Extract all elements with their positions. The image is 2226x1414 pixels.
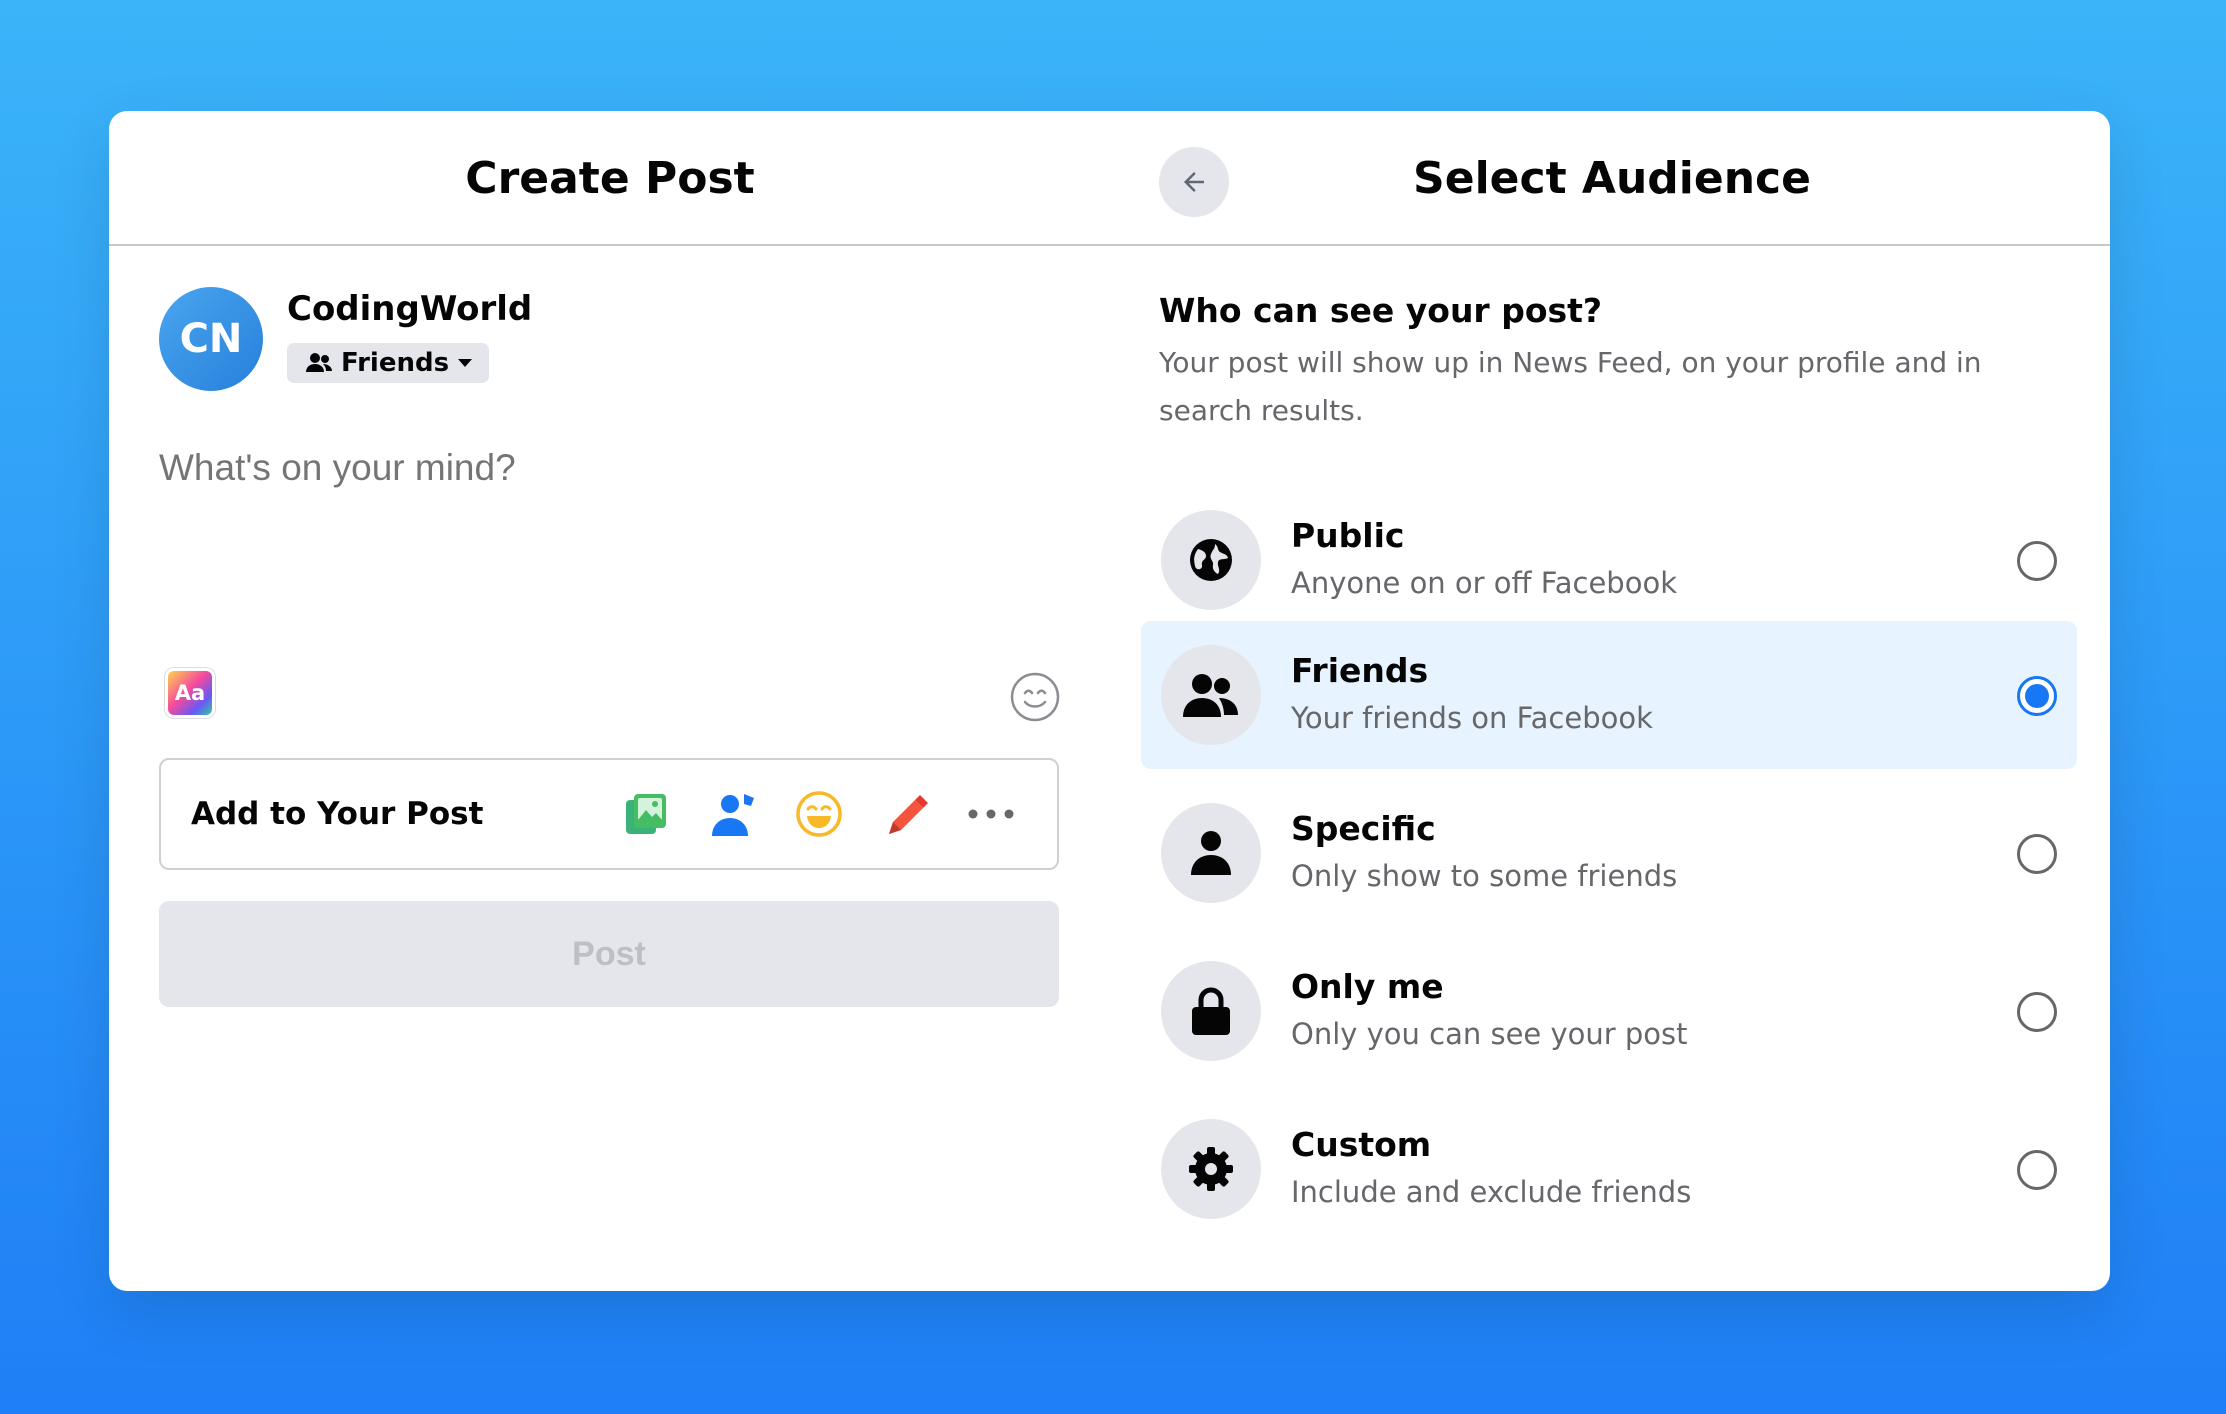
globe-icon	[1161, 510, 1261, 610]
select-audience-title: Select Audience	[1413, 153, 1811, 204]
option-subtitle: Only you can see your post	[1291, 1017, 1688, 1051]
caret-down-icon	[458, 359, 473, 367]
feeling-icon[interactable]	[793, 788, 845, 840]
option-title: Public	[1291, 516, 1405, 555]
add-to-post-panel: Add to Your Post	[159, 758, 1059, 870]
post-button[interactable]: Post	[159, 901, 1059, 1007]
option-radio[interactable]	[2017, 834, 2057, 874]
audience-option-only-me[interactable]: Only me Only you can see your post	[1141, 937, 2077, 1085]
friends-icon	[306, 353, 332, 372]
photo-video-icon[interactable]	[621, 788, 673, 840]
more-icon[interactable]	[965, 788, 1017, 840]
audience-option-public[interactable]: Public Anyone on or off Facebook	[1141, 486, 2077, 634]
checkin-pen-icon[interactable]	[879, 788, 931, 840]
option-subtitle: Your friends on Facebook	[1291, 701, 1653, 735]
audience-description: Your post will show up in News Feed, on …	[1159, 346, 1982, 427]
option-title: Custom	[1291, 1125, 1432, 1164]
option-title: Friends	[1291, 651, 1429, 690]
option-subtitle: Only show to some friends	[1291, 859, 1678, 893]
option-title: Specific	[1291, 809, 1436, 848]
person-icon	[1161, 803, 1261, 903]
option-radio-selected[interactable]	[2017, 676, 2057, 716]
option-radio[interactable]	[2017, 541, 2057, 581]
dialog-header: Create Post Select Audience	[109, 111, 2110, 246]
option-title: Only me	[1291, 967, 1444, 1006]
username: CodingWorld	[287, 289, 533, 329]
text-background-icon[interactable]: Aa	[165, 668, 215, 718]
option-subtitle: Include and exclude friends	[1291, 1175, 1692, 1209]
audience-option-friends[interactable]: Friends Your friends on Facebook	[1141, 621, 2077, 769]
option-subtitle: Anyone on or off Facebook	[1291, 566, 1677, 600]
option-radio[interactable]	[2017, 1150, 2057, 1190]
post-composer-input[interactable]	[159, 447, 1059, 489]
audience-question: Who can see your post?	[1159, 291, 1603, 330]
add-to-post-label: Add to Your Post	[191, 796, 484, 832]
post-dialog: Create Post Select Audience CN CodingWor…	[109, 111, 2110, 1291]
privacy-label: Friends	[341, 348, 450, 378]
gear-icon	[1161, 1119, 1261, 1219]
avatar[interactable]: CN	[159, 287, 263, 391]
privacy-selector-button[interactable]: Friends	[287, 343, 490, 383]
friends-icon	[1161, 645, 1261, 745]
option-radio[interactable]	[2017, 992, 2057, 1032]
audience-option-custom[interactable]: Custom Include and exclude friends	[1141, 1095, 2077, 1243]
emoji-icon[interactable]	[1009, 671, 1061, 723]
create-post-title: Create Post	[465, 153, 755, 204]
audience-option-specific[interactable]: Specific Only show to some friends	[1141, 779, 2077, 927]
tag-people-icon[interactable]	[707, 788, 759, 840]
lock-icon	[1161, 961, 1261, 1061]
add-to-post-icons	[621, 788, 1017, 840]
